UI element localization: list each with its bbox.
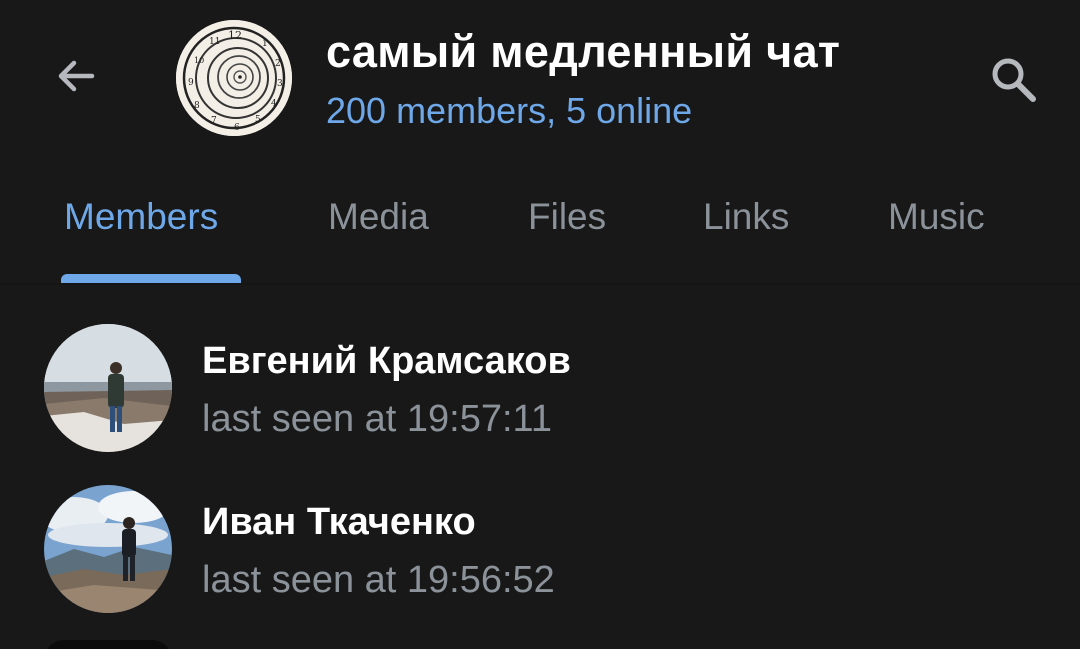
profile-photo [44,324,172,452]
avatar [44,640,172,649]
member-row[interactable]: Евгений Крамсаков last seen at 19:57:11 [0,324,1080,474]
member-row[interactable]: Иван Ткаченко last seen at 19:56:52 [0,485,1080,635]
svg-text:6: 6 [234,123,240,133]
tab-music[interactable]: Music [888,196,985,238]
arrow-left-icon [58,60,95,92]
svg-text:8: 8 [194,101,200,111]
svg-text:12: 12 [228,29,242,42]
svg-text:1: 1 [262,39,268,49]
member-name: Евгений Крамсаков [202,340,571,382]
svg-text:3: 3 [277,79,283,89]
member-last-seen: last seen at 19:56:52 [202,559,555,601]
svg-text:9: 9 [188,78,194,88]
chat-profile-screen: 12 11 1 2 3 4 5 6 7 8 9 10 самый медленн… [0,0,1080,649]
chat-subtitle: 200 members, 5 online [326,90,693,131]
svg-text:5: 5 [255,115,261,125]
tab-bar: Members Media Files Links Music [0,186,1080,286]
svg-text:4: 4 [271,99,277,109]
avatar [44,485,172,613]
svg-text:10: 10 [194,56,204,65]
tab-members[interactable]: Members [64,196,218,238]
spiral-clock-image: 12 11 1 2 3 4 5 6 7 8 9 10 [176,20,292,136]
back-button[interactable] [44,44,108,108]
member-name: Иван Ткаченко [202,501,476,543]
member-last-seen: last seen at 19:57:11 [202,398,552,440]
tab-files[interactable]: Files [528,196,606,238]
svg-text:2: 2 [275,59,281,69]
chat-title: самый медленный чат [326,26,841,77]
tab-media[interactable]: Media [328,196,429,238]
chat-avatar[interactable]: 12 11 1 2 3 4 5 6 7 8 9 10 [176,20,292,136]
search-button[interactable] [978,44,1050,116]
search-icon [992,58,1036,102]
svg-text:7: 7 [211,116,217,126]
tab-divider [0,283,1080,285]
profile-photo [44,485,172,613]
tab-links[interactable]: Links [703,196,789,238]
avatar [44,324,172,452]
svg-text:11: 11 [209,37,220,47]
